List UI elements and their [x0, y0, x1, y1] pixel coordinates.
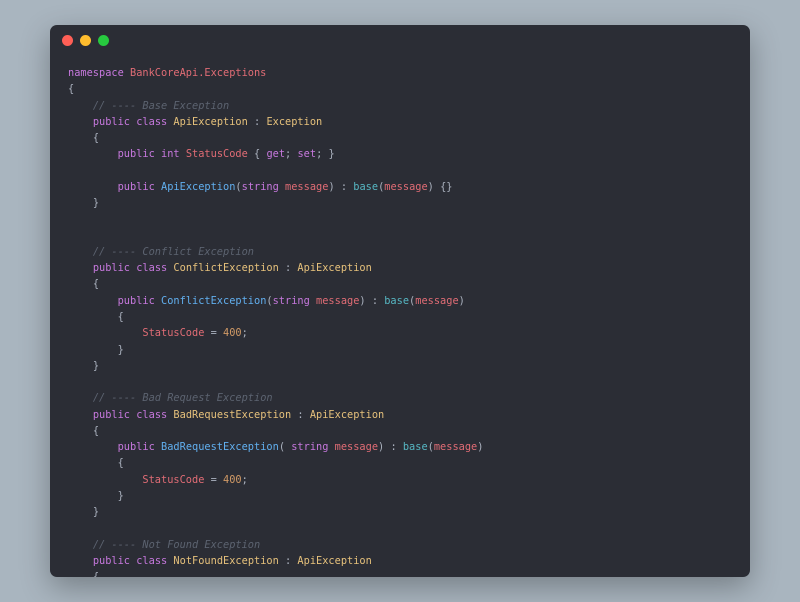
keyword-class: class — [136, 409, 167, 421]
keyword-base: base — [403, 441, 428, 453]
keyword-int: int — [161, 148, 180, 160]
maximize-icon[interactable] — [98, 35, 109, 46]
constructor-apiexception: ApiException — [161, 181, 235, 193]
param-message: message — [415, 295, 458, 307]
window-titlebar — [50, 25, 750, 55]
class-notfoundexception: NotFoundException — [173, 555, 278, 567]
close-icon[interactable] — [62, 35, 73, 46]
namespace-name: BankCoreApi.Exceptions — [130, 67, 266, 79]
base-type-exception: Exception — [266, 116, 322, 128]
constructor-badrequestexception: BadRequestException — [161, 441, 279, 453]
keyword-public: public — [118, 295, 155, 307]
class-apiexception: ApiException — [173, 116, 247, 128]
keyword-class: class — [136, 555, 167, 567]
comment-conflict-exception: // ---- Conflict Exception — [93, 246, 254, 258]
param-message: message — [316, 295, 359, 307]
comment-base-exception: // ---- Base Exception — [93, 100, 229, 112]
param-message: message — [335, 441, 378, 453]
comment-badrequest-exception: // ---- Bad Request Exception — [93, 392, 273, 404]
keyword-public: public — [93, 116, 130, 128]
keyword-string: string — [273, 295, 310, 307]
base-type-apiexception: ApiException — [297, 555, 371, 567]
comment-notfound-exception: // ---- Not Found Exception — [93, 539, 260, 551]
param-message: message — [384, 181, 427, 193]
base-type-apiexception: ApiException — [310, 409, 384, 421]
keyword-public: public — [118, 148, 155, 160]
class-conflictexception: ConflictException — [173, 262, 278, 274]
keyword-public: public — [93, 555, 130, 567]
keyword-namespace: namespace — [68, 67, 124, 79]
keyword-set: set — [297, 148, 316, 160]
property-statuscode: StatusCode — [186, 148, 248, 160]
keyword-public: public — [118, 181, 155, 193]
code-content: namespace BankCoreApi.Exceptions { // --… — [50, 55, 750, 577]
class-badrequestexception: BadRequestException — [173, 409, 291, 421]
constructor-conflictexception: ConflictException — [161, 295, 266, 307]
literal-400: 400 — [223, 327, 242, 339]
statuscode-assign: StatusCode — [142, 474, 204, 486]
literal-400: 400 — [223, 474, 242, 486]
minimize-icon[interactable] — [80, 35, 91, 46]
keyword-class: class — [136, 262, 167, 274]
param-message: message — [285, 181, 328, 193]
keyword-public: public — [93, 262, 130, 274]
keyword-get: get — [266, 148, 285, 160]
keyword-public: public — [118, 441, 155, 453]
keyword-base: base — [384, 295, 409, 307]
param-message: message — [434, 441, 477, 453]
brace-open: { — [68, 83, 74, 95]
keyword-public: public — [93, 409, 130, 421]
keyword-class: class — [136, 116, 167, 128]
keyword-string: string — [242, 181, 279, 193]
base-type-apiexception: ApiException — [297, 262, 371, 274]
code-editor-window: namespace BankCoreApi.Exceptions { // --… — [50, 25, 750, 577]
statuscode-assign: StatusCode — [142, 327, 204, 339]
keyword-base: base — [353, 181, 378, 193]
keyword-string: string — [291, 441, 328, 453]
